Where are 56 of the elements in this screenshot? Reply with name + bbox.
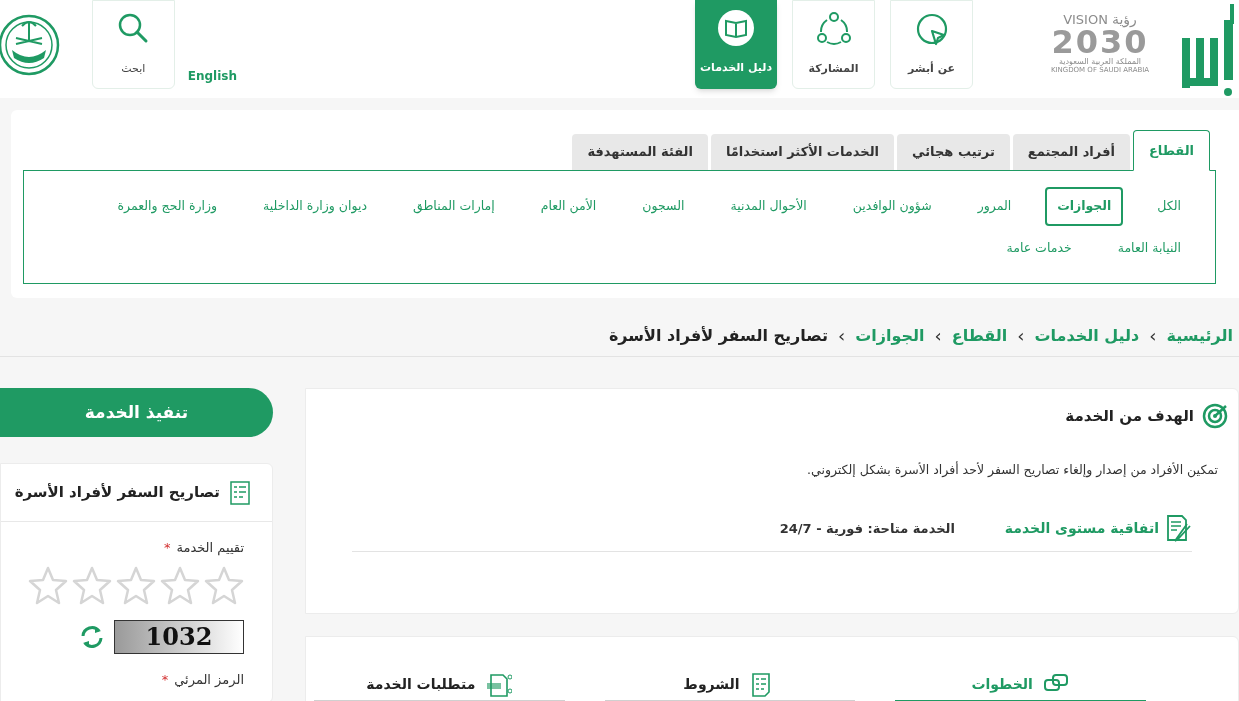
sector-item[interactable]: الكل (1145, 187, 1193, 226)
breadcrumb-separator: › (1017, 324, 1025, 348)
star-icon (72, 565, 112, 606)
sector-item[interactable]: شؤون الوافدين (840, 187, 944, 226)
book-icon (718, 10, 754, 46)
sector-item[interactable]: المرور (965, 187, 1024, 226)
star-icon (204, 565, 244, 606)
language-link[interactable]: English (187, 68, 237, 84)
sector-item[interactable]: الأمن العام (528, 187, 609, 226)
field-label: تقييم الخدمة (176, 539, 244, 558)
sector-item[interactable]: وزارة الحج والعمرة (105, 187, 230, 226)
sector-item[interactable]: الأحوال المدنية (718, 187, 819, 226)
search-button[interactable]: ابحث (91, 0, 175, 89)
breadcrumb-current: تصاريح السفر لأفراد الأسرة (608, 324, 828, 347)
sector-tab[interactable]: القطاع (1132, 130, 1210, 171)
document-pen-icon (1165, 513, 1192, 543)
breadcrumb-link[interactable]: دليل الخدمات (1034, 323, 1140, 348)
sector-item[interactable]: الجوازات (1045, 187, 1124, 226)
sector-item[interactable]: النيابة العامة (1105, 229, 1193, 268)
availability-text: الخدمة متاحة: فورية - 24/7 (779, 519, 955, 538)
sector-tab[interactable]: ترتيب هجائي (897, 134, 1010, 170)
card-title: تصاريح السفر لأفراد الأسرة (14, 482, 220, 504)
detail-tab[interactable]: الشروط (604, 669, 856, 701)
star-icon (116, 565, 156, 606)
sector-tab[interactable]: أفراد المجتمع (1012, 134, 1130, 170)
nav-button[interactable]: عن أبشر (890, 0, 973, 89)
sla-link[interactable]: اتفاقية مستوى الخدمة (1004, 513, 1192, 543)
section-title: الهدف من الخدمة (1065, 405, 1194, 427)
sector-item[interactable]: السجون (630, 187, 697, 226)
sector-item[interactable]: إمارات المناطق (401, 187, 507, 226)
breadcrumb-link[interactable]: القطاع (951, 323, 1008, 348)
sector-item[interactable]: خدمات عامة (994, 229, 1084, 268)
description-text: تمكين الأفراد من إصدار وإلغاء تصاريح السفر لأحد أفراد الأسرة بشكل إلكتروني. (806, 461, 1218, 480)
files-icon (485, 671, 513, 698)
sector-tab[interactable]: الفئة المستهدفة (572, 134, 708, 170)
star-icon (28, 565, 68, 606)
detail-tab[interactable]: متطلبات الخدمة (314, 669, 565, 701)
breadcrumb-separator: › (934, 324, 942, 348)
detail-tab[interactable]: الخطوات (895, 669, 1146, 701)
execute-service-button[interactable]: تنفيذ الخدمة (0, 388, 273, 437)
sector-tab[interactable]: الخدمات الأكثر استخدامًا (710, 134, 895, 170)
nav-button[interactable]: دليل الخدمات (695, 0, 777, 89)
network-icon (815, 11, 852, 47)
breadcrumb-separator: › (838, 324, 846, 348)
sector-item[interactable]: ديوان وزارة الداخلية (251, 187, 379, 226)
checklist-icon (230, 480, 250, 505)
nav-button[interactable]: المشاركة (792, 0, 875, 89)
captcha-image: 1032 (114, 619, 244, 654)
breadcrumb-link[interactable]: الرئيسية (1166, 323, 1233, 348)
star-icon (160, 565, 200, 606)
field-label: الرمز المرئي (174, 670, 244, 689)
breadcrumb-separator: › (1149, 324, 1157, 348)
required-mark: * (163, 539, 171, 557)
target-icon (1202, 403, 1228, 429)
breadcrumb-link[interactable]: الجوازات (855, 323, 925, 348)
required-mark: * (161, 670, 169, 689)
